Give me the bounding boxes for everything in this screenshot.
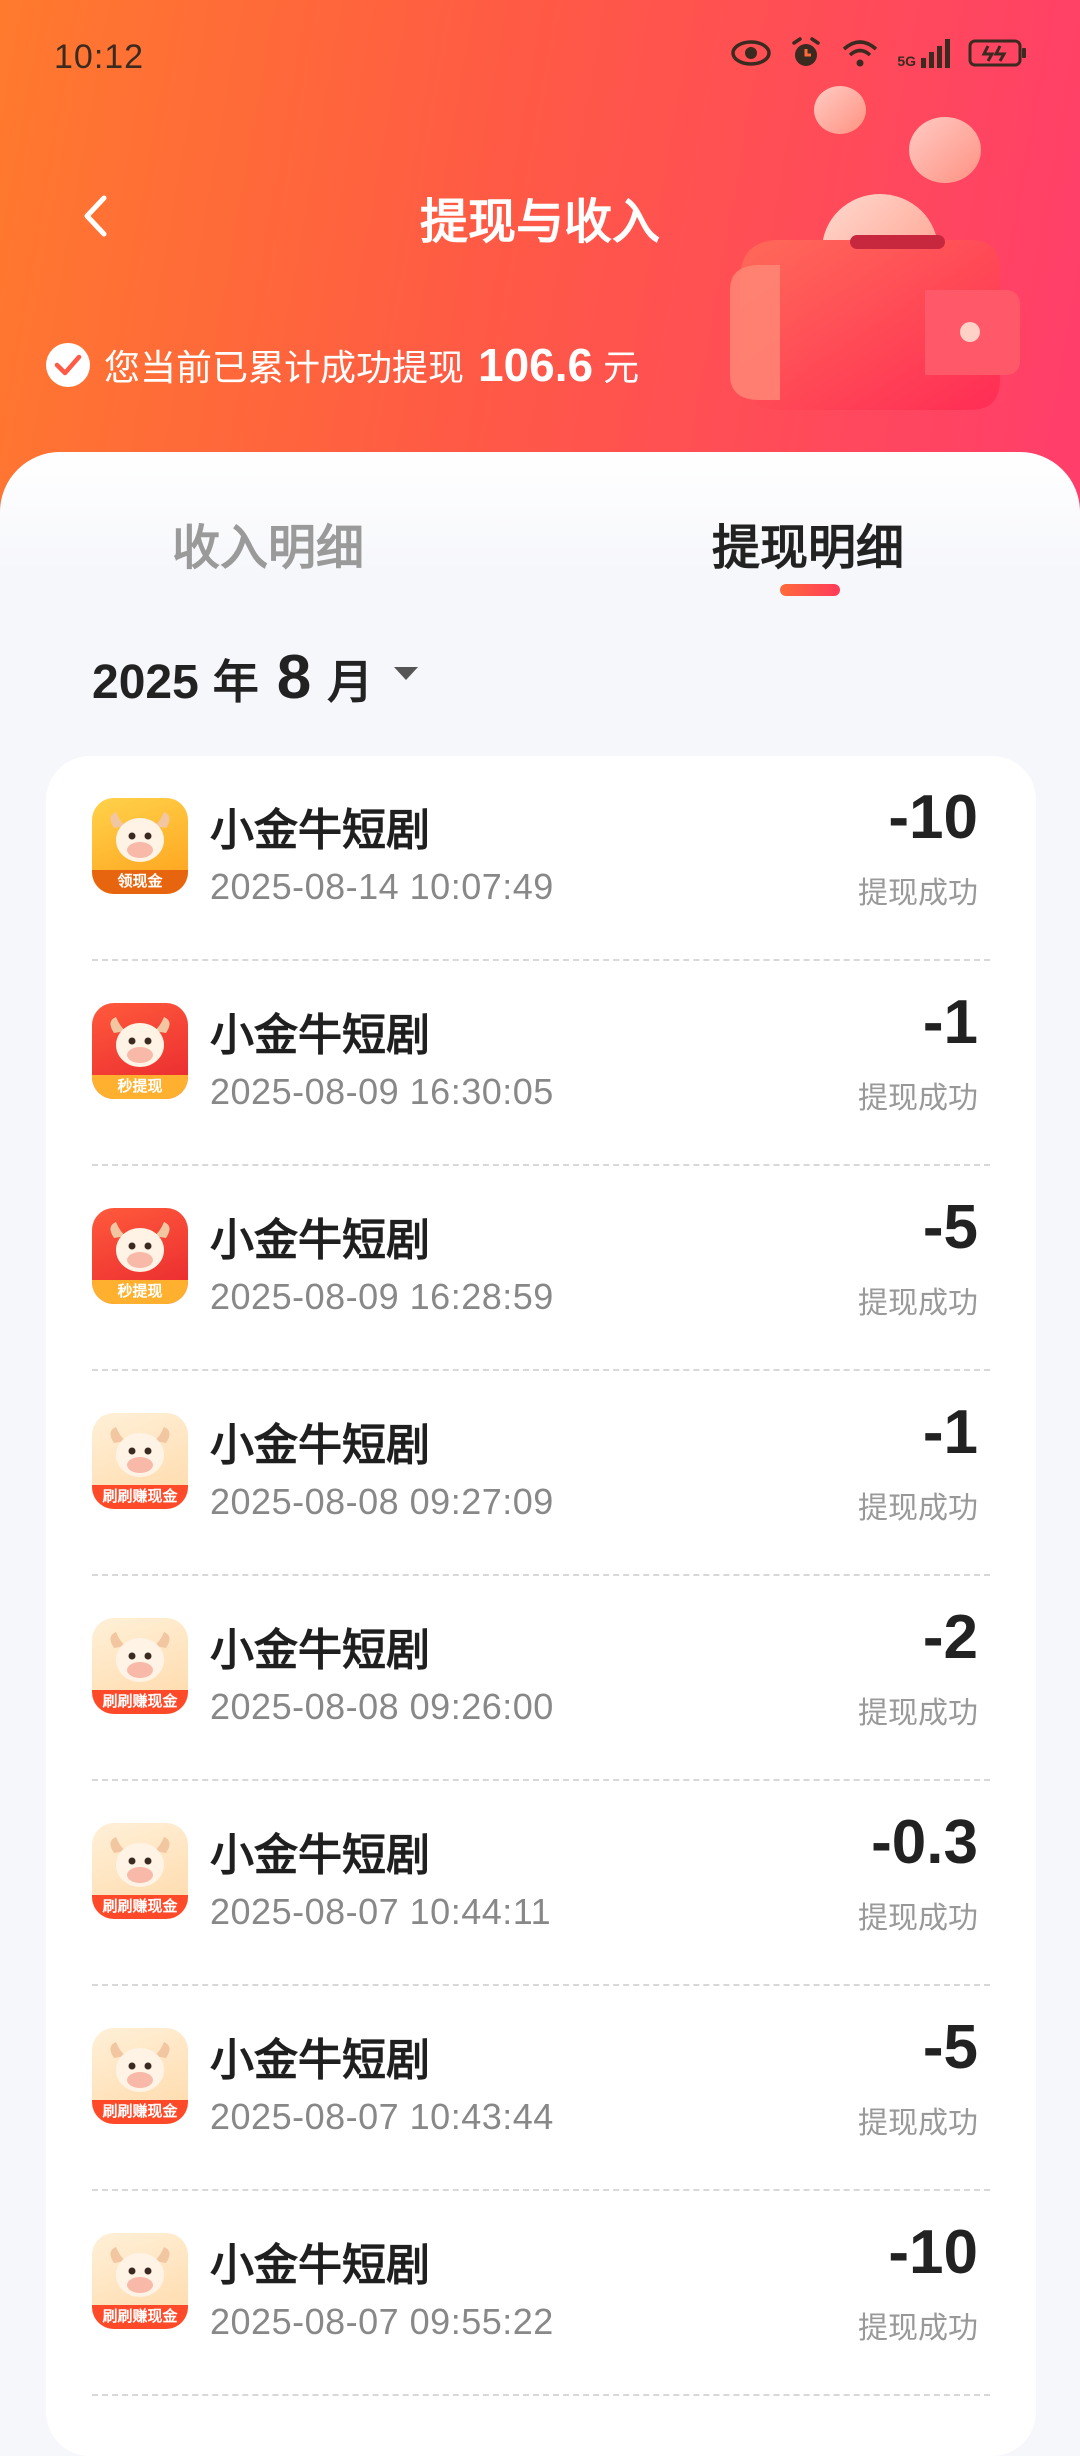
wallet-coins-illustration <box>730 86 1020 410</box>
app-icon: 领现金 <box>92 798 188 894</box>
withdraw-record-row[interactable]: 刷刷赚现金 小金牛短剧 2025-08-08 09:27:09 -1 提现成功 <box>46 1371 1036 1576</box>
tab-withdraw-details[interactable]: 提现明细 <box>712 508 904 578</box>
tab-income-details[interactable]: 收入明细 <box>172 508 364 578</box>
record-amount: -2 <box>922 1603 978 1672</box>
row-divider <box>92 2394 990 2396</box>
month-selector-year: 2025 <box>92 656 199 709</box>
record-timestamp: 2025-08-07 10:43:44 <box>210 2096 554 2137</box>
month-selector-month: 8 <box>276 643 312 712</box>
active-tab-indicator <box>780 584 840 596</box>
record-status: 提现成功 <box>858 2107 978 2140</box>
month-selector-month-label: 月 <box>327 656 374 708</box>
record-status: 提现成功 <box>858 1697 978 1730</box>
record-amount: -1 <box>922 1398 978 1467</box>
total-unit: 元 <box>603 347 640 388</box>
app-icon-label: 刷刷赚现金 <box>92 1690 188 1714</box>
total-label: 您当前已累计成功提现 <box>104 347 465 388</box>
record-timestamp: 2025-08-08 09:26:00 <box>210 1686 554 1727</box>
record-amount: -10 <box>888 2218 978 2287</box>
status-time: 10:12 <box>54 38 145 76</box>
withdraw-record-row[interactable]: 刷刷赚现金 小金牛短剧 2025-08-07 09:55:22 -10 提现成功 <box>46 2191 1036 2396</box>
month-selector[interactable]: 2025 年 8 月 <box>92 642 419 713</box>
app-icon: 刷刷赚现金 <box>92 1823 188 1919</box>
total-amount: 106.6 <box>478 339 594 391</box>
withdraw-record-row[interactable]: 刷刷赚现金 小金牛短剧 2025-08-08 09:26:00 -2 提现成功 <box>46 1576 1036 1781</box>
app-icon-label: 刷刷赚现金 <box>92 1895 188 1919</box>
record-timestamp: 2025-08-08 09:27:09 <box>210 1481 554 1522</box>
record-status: 提现成功 <box>858 2312 978 2345</box>
record-app-name: 小金牛短剧 <box>210 1421 430 1470</box>
record-timestamp: 2025-08-07 09:55:22 <box>210 2301 554 2342</box>
record-app-name: 小金牛短剧 <box>210 1831 430 1880</box>
record-status: 提现成功 <box>858 1902 978 1935</box>
record-app-name: 小金牛短剧 <box>210 2241 430 2290</box>
record-status: 提现成功 <box>858 877 978 910</box>
record-timestamp: 2025-08-07 10:44:11 <box>210 1891 552 1932</box>
record-app-name: 小金牛短剧 <box>210 1011 430 1060</box>
record-timestamp: 2025-08-09 16:30:05 <box>210 1071 554 1112</box>
app-icon-label: 刷刷赚现金 <box>92 1485 188 1509</box>
record-amount: -0.3 <box>871 1808 978 1877</box>
record-status: 提现成功 <box>858 1287 978 1320</box>
record-amount: -10 <box>888 783 978 852</box>
withdraw-record-row[interactable]: 刷刷赚现金 小金牛短剧 2025-08-07 10:44:11 -0.3 提现成功 <box>46 1781 1036 1986</box>
withdraw-record-row[interactable]: 秒提现 小金牛短剧 2025-08-09 16:30:05 -1 提现成功 <box>46 961 1036 1166</box>
app-icon: 秒提现 <box>92 1208 188 1304</box>
month-selector-year-label: 年 <box>212 656 259 708</box>
record-amount: -5 <box>922 2013 978 2082</box>
record-timestamp: 2025-08-09 16:28:59 <box>210 1276 554 1317</box>
app-icon: 刷刷赚现金 <box>92 2233 188 2329</box>
record-app-name: 小金牛短剧 <box>210 806 430 855</box>
app-icon-label: 刷刷赚现金 <box>92 2305 188 2329</box>
app-icon-label: 秒提现 <box>92 1280 188 1304</box>
app-icon-label: 领现金 <box>92 870 188 894</box>
record-status: 提现成功 <box>858 1492 978 1525</box>
withdraw-record-row[interactable]: 秒提现 小金牛短剧 2025-08-09 16:28:59 -5 提现成功 <box>46 1166 1036 1371</box>
app-icon-label: 刷刷赚现金 <box>92 2100 188 2124</box>
withdraw-record-row[interactable]: 领现金 小金牛短剧 2025-08-14 10:07:49 -10 提现成功 <box>46 756 1036 961</box>
record-status: 提现成功 <box>858 1082 978 1115</box>
record-amount: -5 <box>922 1193 978 1262</box>
record-timestamp: 2025-08-14 10:07:49 <box>210 866 554 907</box>
app-icon: 秒提现 <box>92 1003 188 1099</box>
app-icon: 刷刷赚现金 <box>92 2028 188 2124</box>
check-circle-icon <box>46 343 90 387</box>
app-icon: 刷刷赚现金 <box>92 1413 188 1509</box>
caret-down-icon <box>394 666 419 680</box>
total-withdrawn-summary: 您当前已累计成功提现 106.6 元 <box>46 338 639 392</box>
record-app-name: 小金牛短剧 <box>210 1626 430 1675</box>
withdraw-record-list: 领现金 小金牛短剧 2025-08-14 10:07:49 -10 提现成功 秒提现 小金牛… <box>46 756 1036 2456</box>
withdraw-record-row[interactable]: 刷刷赚现金 小金牛短剧 2025-08-07 10:43:44 -5 提现成功 <box>46 1986 1036 2191</box>
app-icon-label: 秒提现 <box>92 1075 188 1099</box>
record-app-name: 小金牛短剧 <box>210 1216 430 1265</box>
record-amount: -1 <box>922 988 978 1057</box>
record-app-name: 小金牛短剧 <box>210 2036 430 2085</box>
app-icon: 刷刷赚现金 <box>92 1618 188 1714</box>
